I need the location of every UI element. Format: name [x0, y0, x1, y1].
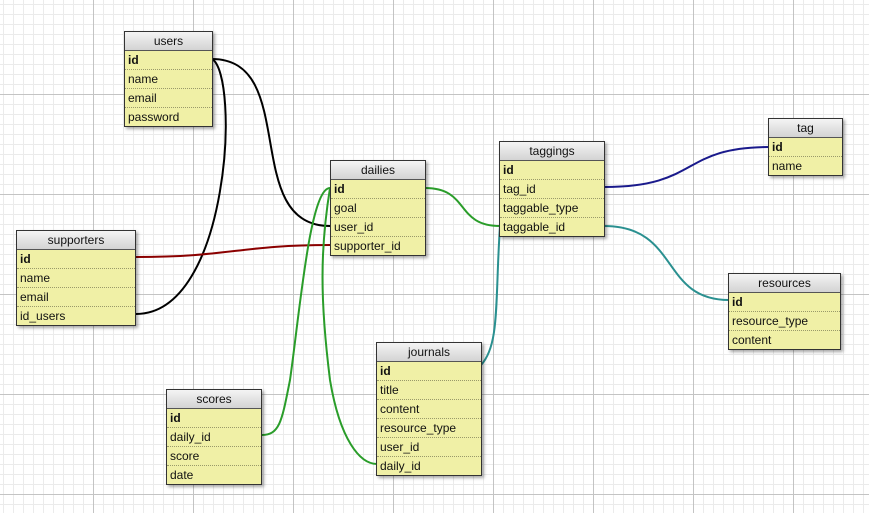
dailies-field-user-id[interactable]: user_id — [331, 218, 425, 237]
taggings-field-taggable-id[interactable]: taggable_id — [500, 218, 604, 236]
journals-table[interactable]: journals id title content resource_type … — [376, 342, 482, 476]
supporters-table-title[interactable]: supporters — [17, 231, 135, 250]
dailies-field-id[interactable]: id — [331, 180, 425, 199]
users-table-title[interactable]: users — [125, 32, 212, 51]
resources-table-title[interactable]: resources — [729, 274, 840, 293]
supporters-field-id[interactable]: id — [17, 250, 135, 269]
scores-table[interactable]: scores id daily_id score date — [166, 389, 262, 485]
users-field-id[interactable]: id — [125, 51, 212, 70]
dailies-table[interactable]: dailies id goal user_id supporter_id — [330, 160, 426, 256]
supporters-field-email[interactable]: email — [17, 288, 135, 307]
taggings-table[interactable]: taggings id tag_id taggable_type taggabl… — [499, 141, 605, 237]
link-taggings-tag — [603, 146, 770, 188]
taggings-table-title[interactable]: taggings — [500, 142, 604, 161]
supporters-table[interactable]: supporters id name email id_users — [16, 230, 136, 326]
link-users-dailies — [211, 58, 331, 227]
journals-field-title[interactable]: title — [377, 381, 481, 400]
resources-field-resource-type[interactable]: resource_type — [729, 312, 840, 331]
tag-field-id[interactable]: id — [769, 138, 842, 157]
tag-field-name[interactable]: name — [769, 157, 842, 175]
dailies-field-goal[interactable]: goal — [331, 199, 425, 218]
journals-field-user-id[interactable]: user_id — [377, 438, 481, 457]
journals-field-resource-type[interactable]: resource_type — [377, 419, 481, 438]
supporters-field-id-users[interactable]: id_users — [17, 307, 135, 325]
scores-field-score[interactable]: score — [167, 447, 261, 466]
link-supporters-dailies — [135, 244, 331, 258]
taggings-field-tag-id[interactable]: tag_id — [500, 180, 604, 199]
dailies-table-title[interactable]: dailies — [331, 161, 425, 180]
users-field-email[interactable]: email — [125, 89, 212, 108]
supporters-field-name[interactable]: name — [17, 269, 135, 288]
link-dailies-scores — [261, 187, 331, 436]
link-taggings-journals — [480, 225, 501, 366]
scores-table-title[interactable]: scores — [167, 390, 261, 409]
scores-field-id[interactable]: id — [167, 409, 261, 428]
journals-field-id[interactable]: id — [377, 362, 481, 381]
tag-table[interactable]: tag id name — [768, 118, 843, 176]
tag-table-title[interactable]: tag — [769, 119, 842, 138]
taggings-field-id[interactable]: id — [500, 161, 604, 180]
link-dailies-taggings — [424, 187, 501, 227]
scores-field-daily-id[interactable]: daily_id — [167, 428, 261, 447]
taggings-field-taggable-type[interactable]: taggable_type — [500, 199, 604, 218]
link-taggings-resources — [603, 225, 730, 301]
journals-field-daily-id[interactable]: daily_id — [377, 457, 481, 475]
users-table[interactable]: users id name email password — [124, 31, 213, 127]
users-field-password[interactable]: password — [125, 108, 212, 126]
resources-table[interactable]: resources id resource_type content — [728, 273, 841, 350]
dailies-field-supporter-id[interactable]: supporter_id — [331, 237, 425, 255]
resources-field-id[interactable]: id — [729, 293, 840, 312]
journals-table-title[interactable]: journals — [377, 343, 481, 362]
resources-field-content[interactable]: content — [729, 331, 840, 349]
scores-field-date[interactable]: date — [167, 466, 261, 484]
users-field-name[interactable]: name — [125, 70, 212, 89]
journals-field-content[interactable]: content — [377, 400, 481, 419]
